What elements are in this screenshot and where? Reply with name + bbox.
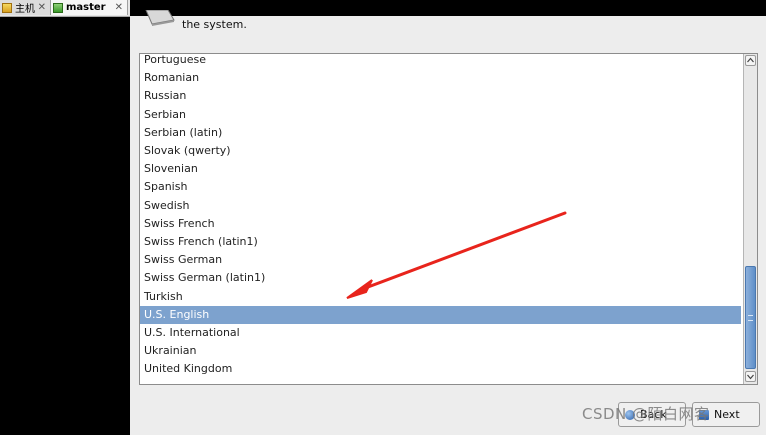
scrollbar[interactable] bbox=[743, 54, 757, 384]
grip-icon bbox=[748, 315, 753, 321]
close-icon[interactable]: ✕ bbox=[38, 2, 46, 13]
chevron-up-icon bbox=[747, 57, 754, 63]
tab-home[interactable]: 主机 ✕ bbox=[0, 0, 50, 15]
vm-icon bbox=[53, 2, 63, 13]
language-list-item[interactable]: Slovenian bbox=[140, 160, 741, 178]
language-list-item[interactable]: Swiss French bbox=[140, 215, 741, 233]
language-list-item[interactable]: Russian bbox=[140, 87, 741, 105]
scroll-down-button[interactable] bbox=[745, 371, 756, 382]
tab-bar: 主机 ✕ master ✕ bbox=[0, 0, 130, 17]
tab-master-label: master bbox=[66, 2, 106, 13]
watermark: CSDN @陌白网客 bbox=[582, 405, 710, 423]
language-list-item[interactable]: Swiss German bbox=[140, 251, 741, 269]
language-list-item[interactable]: Romanian bbox=[140, 69, 741, 87]
home-icon bbox=[2, 2, 12, 13]
language-list-item[interactable]: Serbian bbox=[140, 106, 741, 124]
language-list[interactable]: Portuguese Romanian Russian Serbian Serbian … bbox=[140, 51, 741, 384]
close-icon[interactable]: ✕ bbox=[115, 2, 123, 13]
language-list-item[interactable]: Slovak (qwerty) bbox=[140, 142, 741, 160]
language-list-item[interactable]: Swiss French (latin1) bbox=[140, 233, 741, 251]
language-list-item[interactable]: Ukrainian bbox=[140, 342, 741, 360]
scrollbar-thumb[interactable] bbox=[745, 266, 756, 369]
keyboard-icon bbox=[145, 10, 175, 26]
language-list-item[interactable]: Serbian (latin) bbox=[140, 124, 741, 142]
language-list-item[interactable]: United Kingdom bbox=[140, 360, 741, 378]
language-list-item[interactable]: Swedish bbox=[140, 197, 741, 215]
language-list-item[interactable]: Swiss German (latin1) bbox=[140, 269, 741, 287]
language-list-frame: Portuguese Romanian Russian Serbian Serbian … bbox=[139, 53, 758, 385]
chevron-down-icon bbox=[747, 374, 754, 380]
next-button-label: Next bbox=[714, 408, 740, 421]
tab-master[interactable]: master ✕ bbox=[50, 0, 128, 15]
header-text: the system. bbox=[182, 18, 247, 31]
language-list-item[interactable]: U.S. English bbox=[140, 305, 741, 324]
language-list-item[interactable]: Turkish bbox=[140, 288, 741, 306]
scroll-up-button[interactable] bbox=[745, 55, 756, 66]
installer-window: the system. Portuguese Romanian Russian Ser… bbox=[130, 10, 766, 435]
tab-home-label: 主机 bbox=[15, 4, 35, 15]
language-list-item[interactable]: U.S. International bbox=[140, 324, 741, 342]
language-list-item[interactable]: Portuguese bbox=[140, 51, 741, 69]
language-list-item[interactable]: Spanish bbox=[140, 178, 741, 196]
